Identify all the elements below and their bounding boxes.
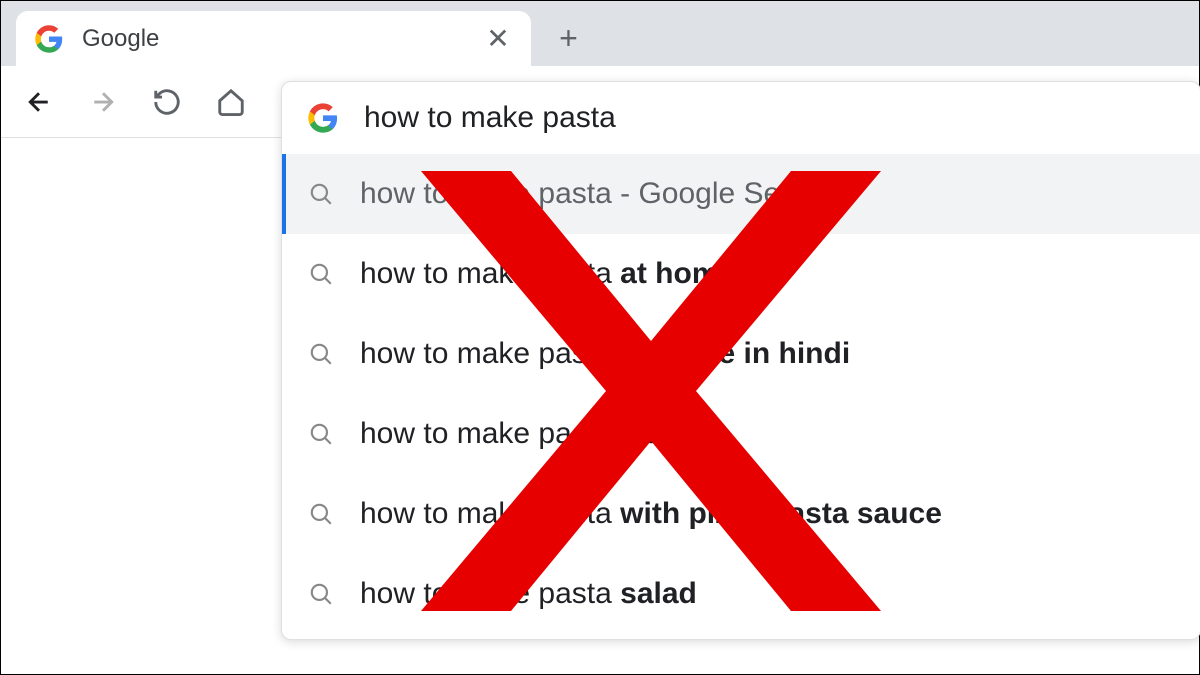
suggestion-item[interactable]: how to make pasta - Google Search bbox=[282, 154, 1200, 234]
google-g-icon bbox=[307, 102, 339, 134]
suggestion-item[interactable]: how to make pasta at home bbox=[282, 234, 1200, 314]
reload-button[interactable] bbox=[139, 74, 195, 130]
new-tab-button[interactable]: + bbox=[541, 11, 596, 66]
tab-title: Google bbox=[82, 25, 483, 53]
suggestion-item[interactable]: how to make pasta salad bbox=[282, 554, 1200, 634]
suggestion-text: how to make pasta - Google Search bbox=[360, 177, 839, 211]
forward-button[interactable] bbox=[75, 74, 131, 130]
omnibox-dropdown: how to make pasta - Google Search how to … bbox=[281, 81, 1200, 640]
search-icon bbox=[307, 180, 335, 208]
suggestion-text: how to make pasta at home bbox=[360, 257, 735, 291]
search-icon bbox=[307, 500, 335, 528]
suggestion-item[interactable]: how to make pasta at home in hindi bbox=[282, 314, 1200, 394]
suggestion-text: how to make pasta sauce bbox=[360, 417, 705, 451]
browser-tab[interactable]: Google ✕ bbox=[16, 11, 531, 66]
suggestion-text: how to make pasta at home in hindi bbox=[360, 337, 850, 371]
close-icon[interactable]: ✕ bbox=[483, 22, 513, 55]
address-input[interactable] bbox=[364, 101, 1175, 135]
search-icon bbox=[307, 420, 335, 448]
search-icon bbox=[307, 580, 335, 608]
suggestion-text: how to make pasta with pizza pasta sauce bbox=[360, 497, 942, 531]
search-icon bbox=[307, 340, 335, 368]
tab-strip: Google ✕ + bbox=[1, 1, 1199, 66]
home-button[interactable] bbox=[203, 74, 259, 130]
suggestions-list: how to make pasta - Google Search how to … bbox=[282, 154, 1200, 639]
address-bar[interactable] bbox=[282, 82, 1200, 154]
suggestion-item[interactable]: how to make pasta sauce bbox=[282, 394, 1200, 474]
suggestion-item[interactable]: how to make pasta with pizza pasta sauce bbox=[282, 474, 1200, 554]
google-g-icon bbox=[34, 24, 64, 54]
back-button[interactable] bbox=[11, 74, 67, 130]
search-icon bbox=[307, 260, 335, 288]
suggestion-text: how to make pasta salad bbox=[360, 577, 697, 611]
